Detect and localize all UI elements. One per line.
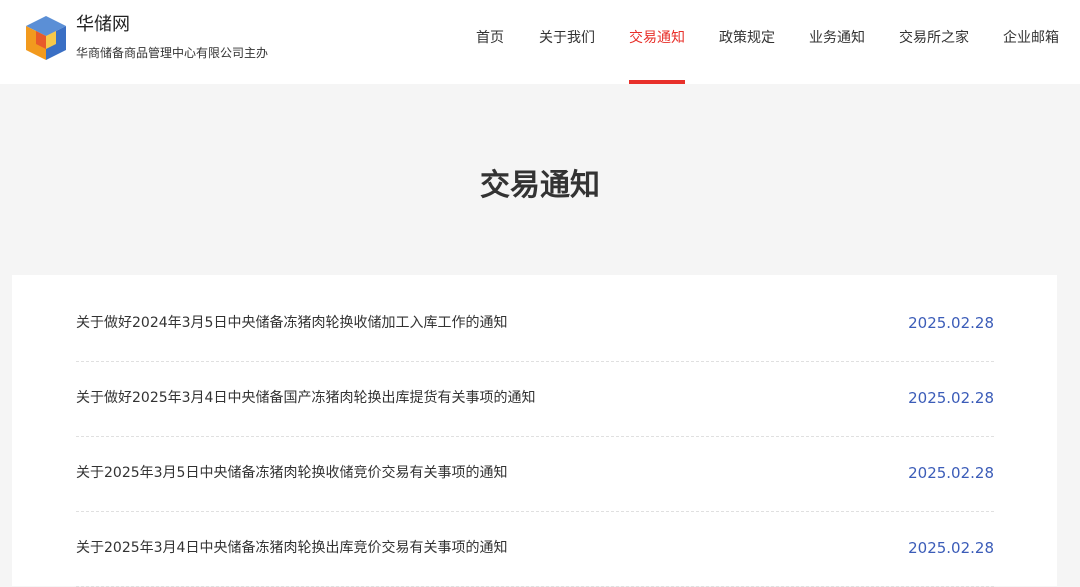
notice-row[interactable]: 关于2025年3月4日中央储备冻猪肉轮换出库竞价交易有关事项的通知 2025.0… xyxy=(76,512,994,587)
notice-title[interactable]: 关于做好2024年3月5日中央储备冻猪肉轮换收储加工入库工作的通知 xyxy=(76,313,507,333)
nav-item-exchange-home[interactable]: 交易所之家 xyxy=(899,28,969,84)
nav-item-about[interactable]: 关于我们 xyxy=(539,28,595,84)
notice-date: 2025.02.28 xyxy=(908,464,994,482)
notice-panel: 关于做好2024年3月5日中央储备冻猪肉轮换收储加工入库工作的通知 2025.0… xyxy=(12,275,1057,587)
notice-row[interactable]: 关于2025年3月5日中央储备冻猪肉轮换收储竞价交易有关事项的通知 2025.0… xyxy=(76,437,994,512)
nav-item-policies[interactable]: 政策规定 xyxy=(719,28,775,84)
notice-date: 2025.02.28 xyxy=(908,389,994,407)
nav-item-enterprise-mail[interactable]: 企业邮箱 xyxy=(1003,28,1059,84)
site-header: 华储网 华商储备商品管理中心有限公司主办 首页 关于我们 交易通知 政策规定 业… xyxy=(0,0,1080,84)
site-subtitle: 华商储备商品管理中心有限公司主办 xyxy=(76,46,269,60)
cube-logo-icon[interactable] xyxy=(22,14,70,62)
page-title: 交易通知 xyxy=(480,168,600,203)
notice-title[interactable]: 关于做好2025年3月4日中央储备国产冻猪肉轮换出库提货有关事项的通知 xyxy=(76,388,535,408)
notice-date: 2025.02.28 xyxy=(908,539,994,557)
notice-title[interactable]: 关于2025年3月4日中央储备冻猪肉轮换出库竞价交易有关事项的通知 xyxy=(76,538,507,558)
notice-title[interactable]: 关于2025年3月5日中央储备冻猪肉轮换收储竞价交易有关事项的通知 xyxy=(76,463,507,483)
nav-item-home[interactable]: 首页 xyxy=(476,28,504,84)
nav-item-business-notices[interactable]: 业务通知 xyxy=(809,28,865,84)
notice-row[interactable]: 关于做好2025年3月4日中央储备国产冻猪肉轮换出库提货有关事项的通知 2025… xyxy=(76,362,994,437)
nav-item-trade-notices[interactable]: 交易通知 xyxy=(629,28,685,84)
notice-row[interactable]: 关于做好2024年3月5日中央储备冻猪肉轮换收储加工入库工作的通知 2025.0… xyxy=(76,287,994,362)
site-name[interactable]: 华储网 xyxy=(76,14,130,36)
notice-date: 2025.02.28 xyxy=(908,314,994,332)
notice-list: 关于做好2024年3月5日中央储备冻猪肉轮换收储加工入库工作的通知 2025.0… xyxy=(76,287,994,587)
